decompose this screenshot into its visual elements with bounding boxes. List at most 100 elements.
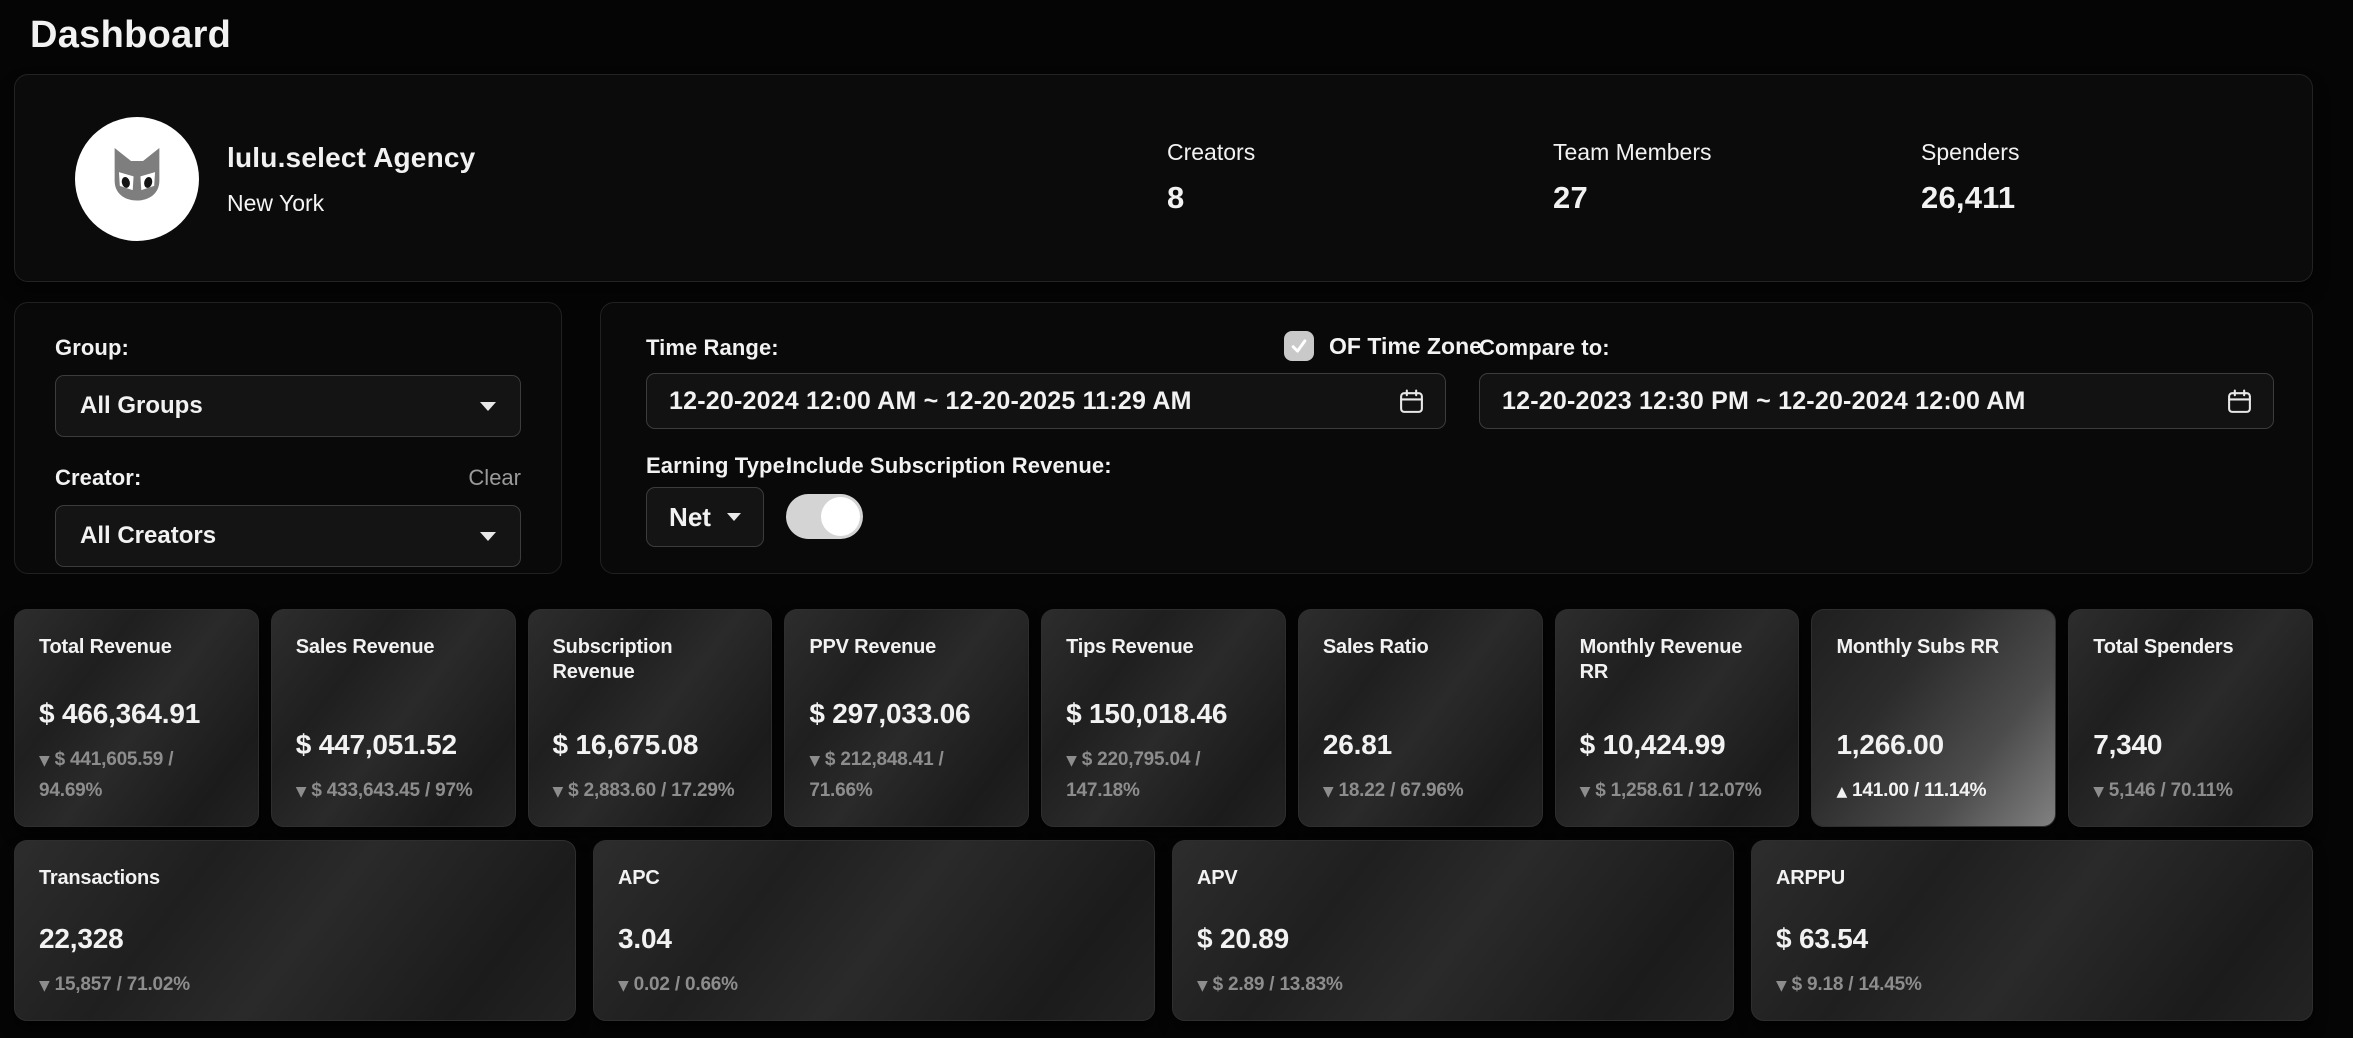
metrics-row-1: Total Revenue $ 466,364.91 ▼$ 441,605.59… <box>14 609 2313 827</box>
calendar-icon[interactable] <box>1398 388 1425 415</box>
metric-card-tips-revenue: Tips Revenue $ 150,018.46 ▼$ 220,795.04 … <box>1041 609 1286 827</box>
metric-label: Monthly Revenue RR <box>1580 635 1775 685</box>
agency-location: New York <box>227 190 475 217</box>
metric-label: Transactions <box>39 866 551 891</box>
of-time-zone-checkbox[interactable] <box>1284 331 1314 361</box>
agency-header-card: lulu.select Agency New York Creators 8 T… <box>14 74 2313 282</box>
agency-text: lulu.select Agency New York <box>227 142 475 217</box>
metric-card-apc: APC 3.04 ▼0.02 / 0.66% <box>593 840 1155 1021</box>
metric-card-sales-ratio: Sales Ratio 26.81 ▼18.22 / 67.96% <box>1298 609 1543 827</box>
trend-down-icon: ▼ <box>1580 784 1591 800</box>
earning-type-label: Earning Type: <box>646 453 792 479</box>
metrics-row-2: Transactions 22,328 ▼15,857 / 71.02% APC… <box>14 840 2313 1021</box>
metric-label: Tips Revenue <box>1066 635 1261 660</box>
metric-card-ppv-revenue: PPV Revenue $ 297,033.06 ▼$ 212,848.41 /… <box>784 609 1029 827</box>
stat-label: Spenders <box>1921 139 2019 166</box>
metric-card-transactions: Transactions 22,328 ▼15,857 / 71.02% <box>14 840 576 1021</box>
metric-comparison: ▼$ 433,643.45 / 97% <box>296 776 491 806</box>
agency-stat-team-members: Team Members 27 <box>1553 139 1711 216</box>
stat-value: 26,411 <box>1921 180 2019 216</box>
creator-select[interactable]: All Creators <box>55 505 521 567</box>
agency-identity: lulu.select Agency New York <box>75 117 475 241</box>
metric-value: $ 63.54 <box>1776 923 2288 955</box>
creator-clear-link[interactable]: Clear <box>468 465 521 491</box>
metric-value: $ 150,018.46 <box>1066 698 1261 730</box>
metric-card-total-spenders: Total Spenders 7,340 ▼5,146 / 70.11% <box>2068 609 2313 827</box>
chevron-down-icon <box>480 402 496 411</box>
metric-value: $ 20.89 <box>1197 923 1709 955</box>
metric-value: 7,340 <box>2093 729 2288 761</box>
group-select[interactable]: All Groups <box>55 375 521 437</box>
earning-type-select[interactable]: Net <box>646 487 764 547</box>
metric-label: APC <box>618 866 1130 891</box>
metric-label: Monthly Subs RR <box>1836 635 2031 660</box>
time-range-value: 12-20-2024 12:00 AM ~ 12-20-2025 11:29 A… <box>669 387 1192 416</box>
include-subscription-toggle[interactable] <box>786 494 863 539</box>
group-creator-panel: Group: All Groups Creator: Clear All Cre… <box>14 302 562 574</box>
metric-card-subscription-revenue: Subscription Revenue $ 16,675.08 ▼$ 2,88… <box>528 609 773 827</box>
metric-value: $ 466,364.91 <box>39 698 234 730</box>
trend-down-icon: ▼ <box>1066 753 1077 769</box>
metric-comparison: ▼18.22 / 67.96% <box>1323 776 1518 806</box>
metric-card-monthly-subs-rr: Monthly Subs RR 1,266.00 ▲141.00 / 11.14… <box>1811 609 2056 827</box>
metric-label: Sales Revenue <box>296 635 491 660</box>
metric-comparison: ▼$ 2,883.60 / 17.29% <box>553 776 748 806</box>
creator-label: Creator: <box>55 465 141 491</box>
compare-range-input[interactable]: 12-20-2023 12:30 PM ~ 12-20-2024 12:00 A… <box>1479 373 2274 429</box>
trend-down-icon: ▼ <box>1776 978 1787 994</box>
cat-logo-icon <box>94 136 180 222</box>
metric-label: PPV Revenue <box>809 635 1004 660</box>
metric-label: Total Revenue <box>39 635 234 660</box>
of-time-zone-control: OF Time Zone <box>1284 331 1482 361</box>
stat-label: Team Members <box>1553 139 1711 166</box>
trend-down-icon: ▼ <box>1323 784 1334 800</box>
include-subscription-label: Include Subscription Revenue: <box>786 453 1112 479</box>
trend-down-icon: ▼ <box>2093 784 2104 800</box>
metric-card-arppu: ARPPU $ 63.54 ▼$ 9.18 / 14.45% <box>1751 840 2313 1021</box>
agency-stat-spenders: Spenders 26,411 <box>1921 139 2019 216</box>
time-filters-panel: Time Range: OF Time Zone Compare to: 12-… <box>600 302 2313 574</box>
chevron-down-icon <box>480 532 496 541</box>
metric-comparison: ▼5,146 / 70.11% <box>2093 776 2288 806</box>
trend-up-icon: ▲ <box>1836 784 1847 800</box>
stat-value: 27 <box>1553 180 1711 216</box>
metric-label: ARPPU <box>1776 866 2288 891</box>
metric-value: $ 297,033.06 <box>809 698 1004 730</box>
agency-avatar <box>75 117 199 241</box>
checkmark-icon <box>1288 335 1310 357</box>
calendar-icon[interactable] <box>2226 388 2253 415</box>
compare-range-value: 12-20-2023 12:30 PM ~ 12-20-2024 12:00 A… <box>1502 387 2026 416</box>
creator-label-row: Creator: Clear <box>55 465 521 491</box>
trend-down-icon: ▼ <box>39 978 50 994</box>
metric-card-sales-revenue: Sales Revenue $ 447,051.52 ▼$ 433,643.45… <box>271 609 516 827</box>
metric-value: $ 16,675.08 <box>553 729 748 761</box>
metric-label: Sales Ratio <box>1323 635 1518 660</box>
metric-comparison: ▼15,857 / 71.02% <box>39 970 551 1000</box>
metric-comparison: ▼$ 2.89 / 13.83% <box>1197 970 1709 1000</box>
metric-comparison: ▼$ 1,258.61 / 12.07% <box>1580 776 1775 806</box>
metric-card-monthly-revenue-rr: Monthly Revenue RR $ 10,424.99 ▼$ 1,258.… <box>1555 609 1800 827</box>
trend-down-icon: ▼ <box>618 978 629 994</box>
metric-value: $ 447,051.52 <box>296 729 491 761</box>
metric-card-apv: APV $ 20.89 ▼$ 2.89 / 13.83% <box>1172 840 1734 1021</box>
metric-value: 3.04 <box>618 923 1130 955</box>
agency-stat-creators: Creators 8 <box>1167 139 1255 216</box>
trend-down-icon: ▼ <box>809 753 820 769</box>
metric-comparison: ▼$ 220,795.04 / 147.18% <box>1066 745 1261 806</box>
compare-to-label: Compare to: <box>1479 335 1610 361</box>
metric-value: $ 10,424.99 <box>1580 729 1775 761</box>
stat-label: Creators <box>1167 139 1255 166</box>
group-select-value: All Groups <box>80 392 203 420</box>
metric-label: Total Spenders <box>2093 635 2288 660</box>
metric-value: 1,266.00 <box>1836 729 2031 761</box>
time-range-label: Time Range: <box>646 335 779 361</box>
metric-comparison: ▼$ 441,605.59 / 94.69% <box>39 745 234 806</box>
dashboard-page: Dashboard lulu.select Agency New York Cr… <box>0 0 2353 1038</box>
stat-value: 8 <box>1167 180 1255 216</box>
earning-type-value: Net <box>669 502 711 533</box>
creator-select-value: All Creators <box>80 522 216 550</box>
time-range-input[interactable]: 12-20-2024 12:00 AM ~ 12-20-2025 11:29 A… <box>646 373 1446 429</box>
chevron-down-icon <box>727 513 741 521</box>
group-label: Group: <box>55 335 521 361</box>
metric-comparison: ▼$ 9.18 / 14.45% <box>1776 970 2288 1000</box>
